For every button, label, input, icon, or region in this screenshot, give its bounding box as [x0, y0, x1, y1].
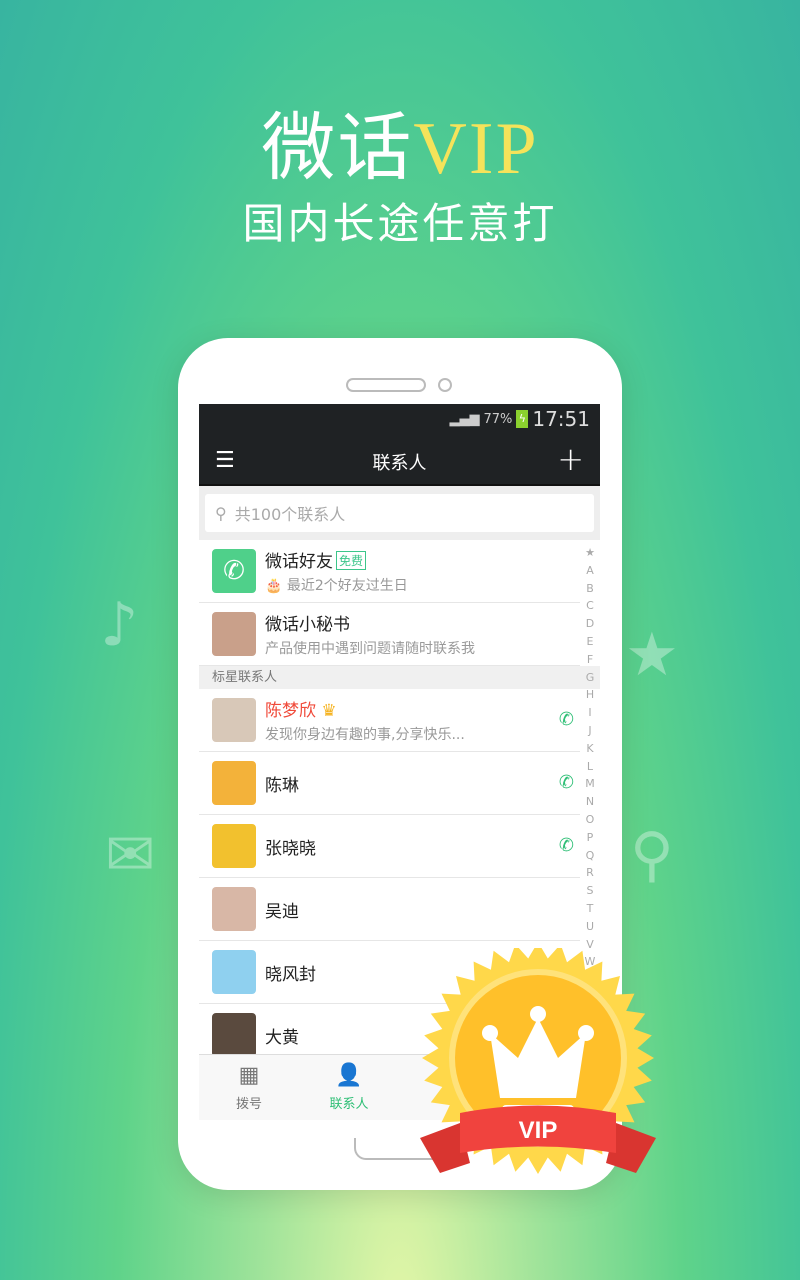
- index-letter[interactable]: N: [583, 793, 597, 811]
- alphabet-index[interactable]: ★ A B C D E F G H I J K L M N O P Q R S T U V W: [583, 544, 597, 971]
- index-letter[interactable]: P: [583, 829, 597, 847]
- item-name: 微话好友: [265, 552, 333, 572]
- index-letter[interactable]: Q: [583, 847, 597, 865]
- contact-name: 张晓晓: [265, 838, 316, 859]
- music-note-icon: ♪: [100, 590, 139, 660]
- contact-row[interactable]: 陈琳 ✆: [199, 752, 580, 815]
- vip-seal: VIP: [420, 948, 656, 1174]
- wifi-call-icon[interactable]: ✆: [559, 835, 574, 856]
- avatar: [212, 950, 256, 994]
- contact-name: 大黄: [265, 1027, 299, 1048]
- contact-row[interactable]: 张晓晓 ✆: [199, 815, 580, 878]
- avatar: [212, 612, 256, 656]
- contact-name: 陈梦欣: [265, 701, 316, 721]
- add-contact-button[interactable]: +: [557, 440, 584, 478]
- index-letter[interactable]: K: [583, 740, 597, 758]
- status-bar: ▂▄▆ 77% ϟ 17:51: [199, 404, 600, 434]
- list-item-secretary[interactable]: 微话小秘书 产品使用中遇到问题请随时联系我: [199, 603, 580, 666]
- index-letter[interactable]: U: [583, 918, 597, 936]
- tab-label: 联系人: [329, 1097, 369, 1112]
- phone-app-icon: ✆: [212, 549, 256, 593]
- brand-vip-text: VIP: [413, 108, 539, 190]
- promo-headline: 微话VIP: [0, 88, 800, 195]
- camera: [438, 378, 452, 392]
- item-desc: 最近2个好友过生日: [286, 578, 408, 594]
- search-input[interactable]: ⚲ 共100个联系人: [205, 494, 594, 532]
- index-letter[interactable]: O: [583, 811, 597, 829]
- battery-icon: ϟ: [516, 410, 529, 428]
- search-icon: ⚲: [215, 503, 227, 523]
- speaker: [346, 378, 426, 392]
- avatar: [212, 887, 256, 931]
- tab-dial[interactable]: ▦ 拨号: [199, 1055, 299, 1120]
- contact-name: 陈琳: [265, 775, 299, 796]
- index-letter[interactable]: ★: [583, 544, 597, 562]
- contact-name: 吴迪: [265, 901, 299, 922]
- person-icon: 👤: [335, 1063, 363, 1088]
- promo-tagline: 国内长途任意打: [242, 199, 558, 248]
- avatar: [212, 824, 256, 868]
- wifi-call-icon[interactable]: ✆: [559, 709, 574, 730]
- battery-percent: 77%: [483, 411, 513, 427]
- app-bar: ☰ 联系人 +: [199, 434, 600, 486]
- index-letter[interactable]: I: [583, 704, 597, 722]
- list-item-weihua-friends[interactable]: ✆ 微话好友 免费 🎂 最近2个好友过生日: [199, 540, 580, 603]
- index-letter[interactable]: L: [583, 758, 597, 776]
- envelope-icon: ✉: [105, 820, 156, 890]
- contact-row[interactable]: 吴迪: [199, 878, 580, 941]
- index-letter[interactable]: C: [583, 597, 597, 615]
- free-badge: 免费: [336, 551, 367, 570]
- index-letter[interactable]: D: [583, 615, 597, 633]
- cake-icon: 🎂: [265, 578, 283, 594]
- contact-desc: 发现你身边有趣的事,分享快乐...: [265, 727, 465, 743]
- avatar: [212, 761, 256, 805]
- crown-icon: ♛: [316, 701, 337, 721]
- tab-label: 拨号: [235, 1097, 262, 1112]
- index-letter[interactable]: B: [583, 580, 597, 598]
- index-letter[interactable]: F: [583, 651, 597, 669]
- index-letter[interactable]: J: [583, 722, 597, 740]
- tab-contacts[interactable]: 👤 联系人: [299, 1055, 399, 1120]
- index-letter[interactable]: A: [583, 562, 597, 580]
- index-letter[interactable]: M: [583, 775, 597, 793]
- index-letter[interactable]: R: [583, 864, 597, 882]
- contact-row[interactable]: 陈梦欣 ♛ 发现你身边有趣的事,分享快乐... ✆: [199, 689, 580, 752]
- search-deco-icon: ⚲: [630, 820, 674, 890]
- seal-label: VIP: [519, 1117, 558, 1144]
- index-letter[interactable]: S: [583, 882, 597, 900]
- avatar: [212, 1013, 256, 1057]
- clock: 17:51: [532, 407, 590, 431]
- section-header: 标星联系人: [199, 666, 600, 689]
- signal-icon: ▂▄▆: [449, 411, 480, 427]
- brand-text: 微话: [261, 105, 414, 191]
- wifi-call-icon[interactable]: ✆: [559, 772, 574, 793]
- page-title: 联系人: [372, 453, 427, 474]
- contact-name: 晓风封: [265, 964, 316, 985]
- avatar: [212, 698, 256, 742]
- index-letter[interactable]: E: [583, 633, 597, 651]
- star-icon: ★: [625, 620, 679, 690]
- search-placeholder: 共100个联系人: [234, 505, 346, 524]
- index-letter[interactable]: H: [583, 686, 597, 704]
- index-letter[interactable]: G: [583, 669, 597, 687]
- item-name: 微话小秘书: [265, 615, 350, 635]
- item-desc: 产品使用中遇到问题请随时联系我: [265, 641, 475, 657]
- dialpad-icon: ▦: [238, 1063, 260, 1088]
- index-letter[interactable]: T: [583, 900, 597, 918]
